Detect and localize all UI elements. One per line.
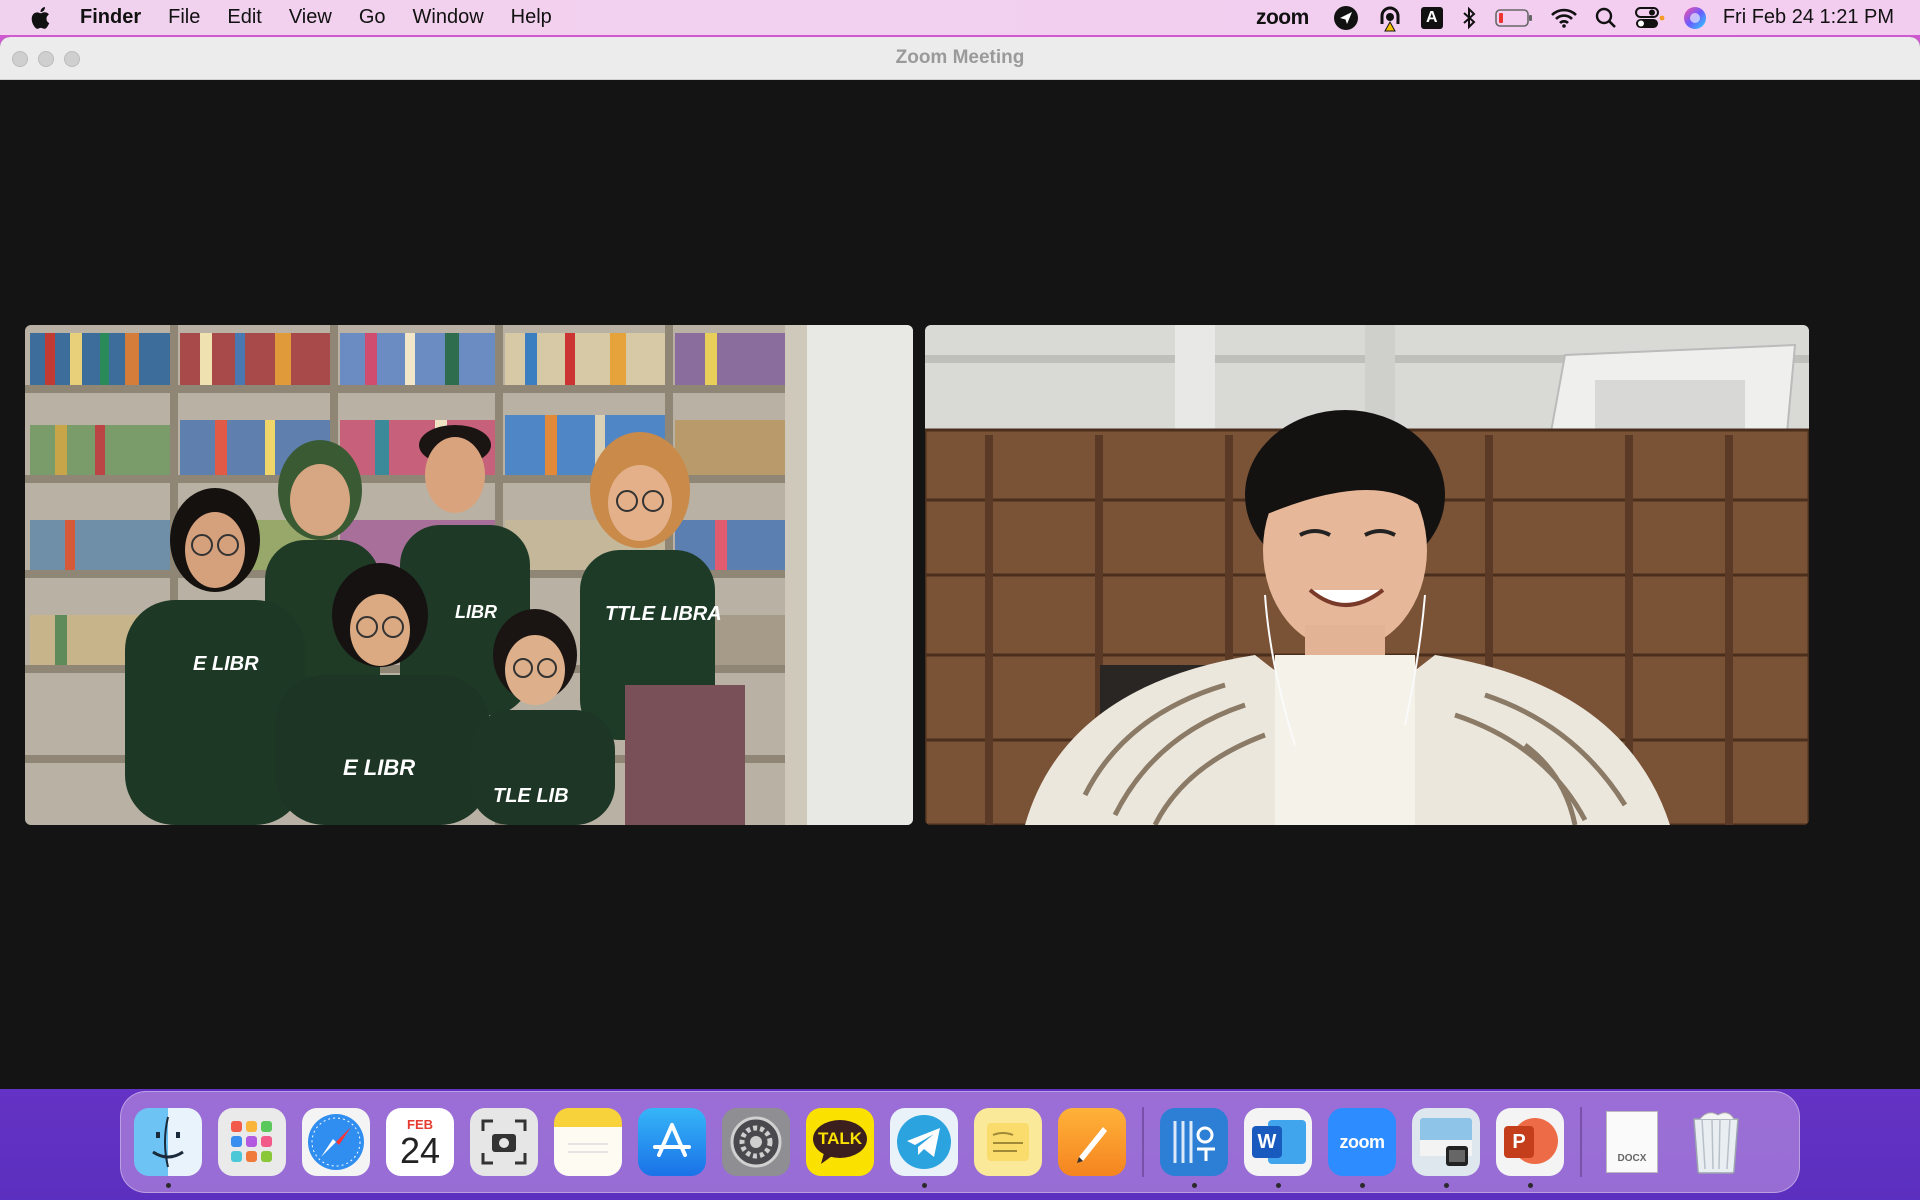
window-controls <box>12 51 80 67</box>
docx-document-dock-icon[interactable]: DOCX <box>1598 1108 1666 1176</box>
launchpad-dock-icon[interactable] <box>218 1108 286 1176</box>
preview-dock-icon[interactable] <box>1412 1108 1480 1188</box>
menu-window[interactable]: Window <box>413 0 484 35</box>
shirt-text-3: E LIBR <box>343 755 415 780</box>
siri-icon[interactable] <box>1683 0 1707 35</box>
screenshot-dock-icon[interactable] <box>470 1108 538 1176</box>
zoom-meeting-window: Zoom Meeting TTLE LIBRA E LIBR E LIBR TL… <box>0 37 1920 1089</box>
pages-dock-icon[interactable] <box>1058 1108 1126 1176</box>
shirt-text-2: E LIBR <box>193 653 259 675</box>
running-indicator <box>1528 1183 1533 1188</box>
kakaotalk-dock-icon[interactable]: TALK <box>806 1108 874 1176</box>
safari-dock-icon[interactable] <box>302 1108 370 1176</box>
control-center-icon[interactable] <box>1634 0 1665 35</box>
word-dock-icon[interactable]: W <box>1244 1108 1312 1188</box>
stickies-dock-icon[interactable] <box>974 1108 1042 1176</box>
menu-bar: Finder File Edit View Go Window Help zoo… <box>0 0 1920 35</box>
dock-separator <box>1142 1107 1144 1177</box>
word-label: W <box>1257 1130 1277 1153</box>
telegram-dock-icon[interactable] <box>890 1108 958 1188</box>
trash-dock-icon[interactable] <box>1682 1108 1750 1176</box>
system-preferences-dock-icon[interactable] <box>722 1108 790 1176</box>
menu-view[interactable]: View <box>289 0 332 35</box>
vpn-warning-icon[interactable] <box>1377 0 1403 35</box>
finder-dock-icon[interactable] <box>134 1108 202 1188</box>
calendar-dock-icon[interactable]: FEB 24 <box>386 1108 454 1176</box>
menu-edit[interactable]: Edit <box>227 0 261 35</box>
group-video-frame: TTLE LIBRA E LIBR E LIBR TLE LIB LIBR <box>25 325 913 825</box>
menu-app-name[interactable]: Finder <box>80 0 141 35</box>
zoom-dock-icon[interactable]: zoom <box>1328 1108 1396 1188</box>
running-indicator <box>1360 1183 1365 1188</box>
battery-icon[interactable] <box>1495 0 1533 35</box>
kakao-talk-label: TALK <box>817 1129 863 1148</box>
location-arrow-icon[interactable] <box>1333 0 1359 35</box>
participant-video-tile-group[interactable]: TTLE LIBRA E LIBR E LIBR TLE LIB LIBR <box>25 325 913 825</box>
fullscreen-window-button[interactable] <box>64 51 80 67</box>
powerpoint-label: P <box>1512 1130 1526 1153</box>
running-indicator <box>922 1183 927 1188</box>
running-indicator <box>1276 1183 1281 1188</box>
shirt-text-4: TLE LIB <box>493 785 569 807</box>
menu-help[interactable]: Help <box>511 0 552 35</box>
keyboard-input-item: A <box>1420 0 1443 35</box>
docx-label: DOCX <box>1617 1153 1647 1164</box>
dock: FEB 24 TALK W zoom P DOCX <box>120 1091 1800 1193</box>
notes-dock-icon[interactable] <box>554 1108 622 1176</box>
hangul-dock-icon[interactable] <box>1160 1108 1228 1188</box>
window-titlebar[interactable]: Zoom Meeting <box>0 37 1920 80</box>
spotlight-search-icon[interactable] <box>1595 0 1617 35</box>
shirt-text-1: TTLE LIBRA <box>605 603 722 625</box>
menu-clock[interactable]: Fri Feb 24 1:21 PM <box>1723 6 1894 29</box>
wifi-icon[interactable] <box>1550 0 1577 35</box>
running-indicator <box>166 1183 171 1188</box>
shirt-text-5: LIBR <box>455 602 497 622</box>
single-video-frame <box>925 325 1809 825</box>
running-indicator <box>1444 1183 1449 1188</box>
zoom-dock-label: zoom <box>1339 1131 1386 1152</box>
minimize-window-button[interactable] <box>38 51 54 67</box>
dock-separator <box>1580 1107 1582 1177</box>
powerpoint-dock-icon[interactable]: P <box>1496 1108 1564 1188</box>
bluetooth-icon[interactable] <box>1461 0 1477 35</box>
zoom-status-item[interactable]: zoom <box>1256 0 1309 35</box>
close-window-button[interactable] <box>12 51 28 67</box>
participant-video-tile-single[interactable] <box>925 325 1809 825</box>
menu-go[interactable]: Go <box>359 0 386 35</box>
keyboard-input-icon[interactable]: A <box>1420 6 1443 29</box>
status-area: zoom A Fri Feb 24 1:21 PM <box>1238 0 1920 35</box>
window-title: Zoom Meeting <box>895 47 1025 68</box>
calendar-day-label: 24 <box>399 1129 441 1171</box>
app-store-dock-icon[interactable] <box>638 1108 706 1176</box>
running-indicator <box>1192 1183 1197 1188</box>
apple-menu-icon[interactable] <box>28 4 56 32</box>
menu-file[interactable]: File <box>168 0 200 35</box>
